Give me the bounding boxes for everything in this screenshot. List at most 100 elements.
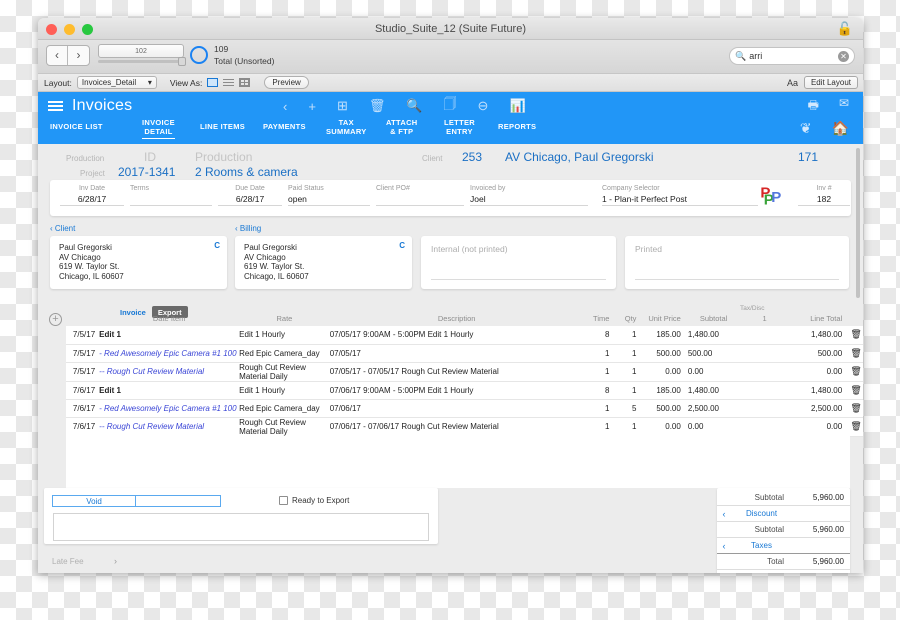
tab-attach-ftp[interactable]: ATTACH & FTP [386,118,418,139]
layout-select[interactable]: Invoices_Detail ▾ [76,76,157,89]
late-fee-row[interactable]: Late Fee › [52,556,129,566]
client-c-mark[interactable]: C [214,241,220,251]
internal-note-field[interactable]: Internal (not printed) [421,236,616,289]
cell-item[interactable]: - Red Awesomely Epic Camera #1 100 [99,344,239,362]
line-items-empty-area[interactable] [66,436,850,488]
print-icon[interactable]: 🖶 [808,96,819,117]
field-value[interactable] [130,194,212,205]
duplicate-icon[interactable]: 🗍 [444,95,457,117]
cell-item[interactable]: Edit 1 [99,326,239,344]
slider-knob[interactable] [178,57,186,66]
chevron-right-icon[interactable]: › [114,556,117,566]
field-value[interactable]: 182 [798,194,850,205]
table-row[interactable]: 7/5/17 -- Rough Cut Review Material Roug… [66,362,863,381]
field-value[interactable]: 1 - Plan-it Perfect Post [602,194,758,205]
col-rate[interactable]: Rate [239,314,330,326]
maximize-window-button[interactable] [82,24,93,35]
minimize-window-button[interactable] [64,24,75,35]
billing-address-card[interactable]: C Paul Gregorski AV Chicago 619 W. Taylo… [235,236,412,289]
next-record-button[interactable]: › [68,46,89,65]
table-row[interactable]: 7/5/17 Edit 1 Edit 1 Hourly 07/05/17 9:0… [66,326,863,344]
record-slider[interactable]: 102 [98,44,186,66]
preview-button[interactable]: Preview [264,76,309,89]
field-value[interactable] [376,194,464,205]
field-inv-number[interactable]: Inv # 182 [798,185,850,206]
field-invoiced-by[interactable]: Invoiced by Joel [470,185,588,206]
field-value[interactable]: open [288,194,370,205]
client-name[interactable]: AV Chicago, Paul Gregorski [505,150,654,164]
field-client-po[interactable]: Client PO# [376,185,464,206]
home-icon[interactable]: 🏠 [832,120,849,137]
project-number[interactable]: 2017-1341 [118,165,175,179]
project-name[interactable]: 2 Rooms & camera [195,165,298,179]
tab-letter-entry[interactable]: LETTER ENTRY [444,118,475,139]
col-unit-price[interactable]: Unit Price [643,314,687,326]
field-inv-date[interactable]: Inv Date 6/28/17 [60,185,124,206]
field-company-selector[interactable]: Company Selector 1 - Plan-it Perfect Pos… [602,185,758,206]
totals-row-payments[interactable]: ‹ Payments [717,570,850,573]
clear-icon[interactable]: ✕ [838,50,849,62]
vertical-scrollbar[interactable] [854,144,861,573]
table-row[interactable]: 7/6/17 Edit 1 Edit 1 Hourly 07/06/17 9:0… [66,381,863,399]
search-icon[interactable]: 🔍 [406,98,422,114]
email-icon[interactable]: ✉ [839,96,849,117]
search-field[interactable]: 🔍 arri ✕ [729,47,855,65]
commissions-row[interactable]: Commissions › [52,572,129,573]
totals-label[interactable]: Taxes [731,541,792,550]
cell-item[interactable]: Edit 1 [99,381,239,399]
client-section-link[interactable]: ‹ Client [50,224,75,233]
chevron-right-icon[interactable]: › [114,572,117,573]
ready-to-export-row[interactable]: Ready to Export [279,496,349,505]
tab-invoice-list[interactable]: INVOICE LIST [50,122,103,134]
void-button[interactable]: Void [52,495,136,507]
billing-c-mark[interactable]: C [399,241,405,251]
tab-payments[interactable]: PAYMENTS [263,122,306,134]
billing-section-link[interactable]: ‹ Billing [235,224,261,233]
tab-reports[interactable]: REPORTS [498,122,536,134]
app-tabbar-right-icons[interactable]: ❦ 🏠 [800,120,849,137]
tab-tax-summary[interactable]: TAX SUMMARY [326,118,367,139]
chevron-left-icon[interactable]: ‹ [717,509,731,519]
col-description[interactable]: Description [330,314,584,326]
hamburger-menu-icon[interactable] [48,98,63,113]
col-qty[interactable]: Qty [616,314,643,326]
scrollbar-thumb[interactable] [856,148,860,298]
view-as-form-icon[interactable] [207,78,219,87]
totals-label[interactable]: Discount [731,509,792,518]
col-taxdisc-marker[interactable]: 1 [739,314,789,326]
plus-icon[interactable]: + [308,99,316,114]
client-address-card[interactable]: C Paul Gregorski AV Chicago 619 W. Taylo… [50,236,227,289]
tab-line-items[interactable]: LINE ITEMS [200,122,245,134]
table-row[interactable]: 7/6/17 - Red Awesomely Epic Camera #1 10… [66,399,863,417]
cell-item[interactable]: -- Rough Cut Review Material [99,362,239,381]
view-as-list-icon[interactable] [223,78,235,87]
search-input[interactable]: arri [749,51,838,61]
field-value[interactable]: 6/28/17 [60,194,124,205]
col-time[interactable]: Time [584,314,617,326]
field-value[interactable]: 6/28/17 [218,194,282,205]
field-terms[interactable]: Terms [130,185,212,206]
table-row[interactable]: 7/5/17 - Red Awesomely Epic Camera #1 10… [66,344,863,362]
previous-record-button[interactable]: ‹ [47,46,68,65]
col-date-item[interactable]: Date Item [99,314,239,326]
ready-to-export-checkbox[interactable] [279,496,288,505]
text-format-icon[interactable]: Aa [787,78,798,88]
app-tab-bar[interactable]: INVOICE LIST INVOICE DETAIL LINE ITEMS PA… [38,118,863,144]
add-circle-icon[interactable]: + [49,313,62,326]
field-paid-status[interactable]: Paid Status open [288,185,370,206]
trash-icon[interactable]: 🗑 [369,98,386,114]
edit-layout-button[interactable]: Edit Layout [803,76,858,89]
unlocked-padlock-icon[interactable]: 🔓 [837,22,853,35]
cell-item[interactable]: -- Rough Cut Review Material [99,417,239,436]
field-value[interactable]: Joel [470,194,588,205]
totals-row-discount[interactable]: ‹ Discount [717,506,850,522]
close-window-button[interactable] [46,24,57,35]
record-stepper[interactable]: ‹ › [46,45,90,66]
back-chevron-icon[interactable]: ‹ [283,99,287,114]
printed-note-field[interactable]: Printed [625,236,849,289]
table-row[interactable]: 7/6/17 -- Rough Cut Review Material Roug… [66,417,863,436]
cell-item[interactable]: - Red Awesomely Epic Camera #1 100 [99,399,239,417]
client-number[interactable]: 253 [462,150,482,164]
slider-track[interactable] [98,57,186,66]
field-due-date[interactable]: Due Date 6/28/17 [218,185,282,206]
